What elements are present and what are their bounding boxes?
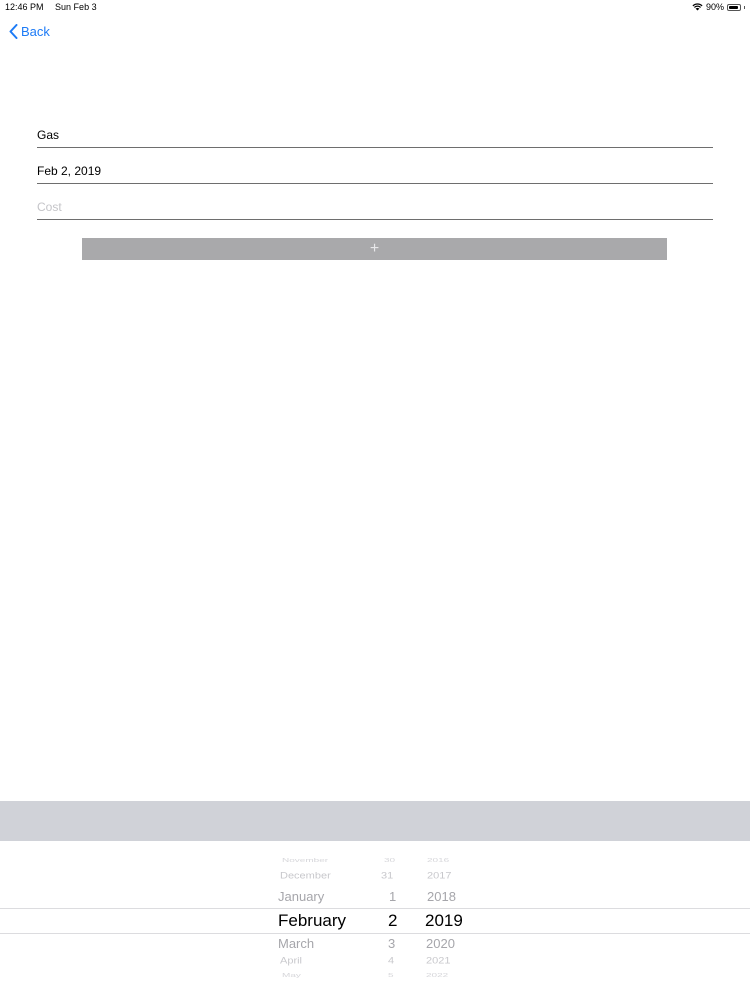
add-label: + [369,240,380,257]
picker-year-item[interactable]: 2020 [426,936,455,951]
battery-fill [729,5,738,9]
picker-day-item[interactable]: 31 [381,871,393,881]
status-left: 12:46 PM Sun Feb 3 [5,2,106,12]
status-date: Sun Feb 3 [55,2,97,12]
picker-day-item[interactable]: 5 [388,972,394,978]
name-field[interactable] [37,122,713,148]
picker-year-item[interactable]: 2016 [427,857,449,863]
status-right: 90% [692,2,745,12]
picker-day-item[interactable]: 1 [389,889,396,904]
add-button[interactable]: + [82,238,667,260]
battery-icon [727,3,741,11]
picker-month-item[interactable]: April [280,956,302,966]
back-label: Back [21,24,50,39]
status-bar: 12:46 PM Sun Feb 3 90% [0,0,750,16]
cost-input[interactable] [37,200,713,214]
picker-year-item[interactable]: 2021 [426,956,450,966]
cost-field[interactable] [37,194,713,220]
battery-cap [744,5,745,9]
picker-year-item[interactable]: 2018 [427,889,456,904]
picker-month-column[interactable]: November December January February March… [278,841,368,1000]
picker-month-item[interactable]: December [280,871,331,881]
date-input[interactable] [37,164,713,178]
name-input[interactable] [37,128,713,142]
battery-percent: 90% [705,2,724,12]
back-button[interactable]: Back [9,24,50,39]
picker-month-item[interactable]: March [278,936,314,951]
picker-selection-top-line [0,908,750,909]
date-picker[interactable]: November December January February March… [0,841,750,1000]
picker-toolbar [0,801,750,841]
picker-month-item[interactable]: November [282,857,328,863]
picker-month-selected[interactable]: February [278,911,346,931]
status-time: 12:46 PM [5,2,44,12]
date-field[interactable] [37,158,713,184]
picker-year-item[interactable]: 2022 [426,972,448,978]
picker-day-item[interactable]: 3 [388,936,395,951]
picker-day-column[interactable]: 30 31 1 2 3 4 5 [380,841,400,1000]
picker-day-selected[interactable]: 2 [388,911,397,931]
picker-year-item[interactable]: 2017 [427,871,451,881]
picker-selection-bottom-line [0,933,750,934]
picker-year-selected[interactable]: 2019 [425,911,463,931]
picker-day-item[interactable]: 30 [384,857,395,863]
picker-day-item[interactable]: 4 [388,956,394,966]
chevron-left-icon [9,24,18,39]
wifi-icon [692,3,703,11]
picker-year-column[interactable]: 2016 2017 2018 2019 2020 2021 2022 [425,841,475,1000]
picker-month-item[interactable]: May [282,972,301,978]
picker-month-item[interactable]: January [278,889,324,904]
